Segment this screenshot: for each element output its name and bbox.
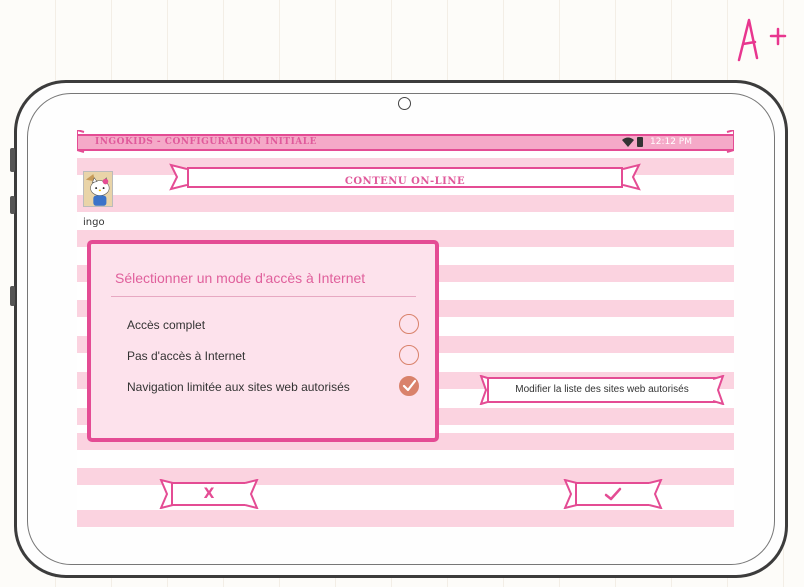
stripe bbox=[77, 510, 734, 527]
avatar[interactable] bbox=[83, 171, 113, 207]
panel-title: Sélectionner un mode d'accès à Internet bbox=[115, 270, 366, 286]
button-tail-right-icon bbox=[713, 375, 725, 405]
option-label: Accès complet bbox=[127, 318, 206, 332]
radio-full-access[interactable] bbox=[399, 314, 419, 334]
side-button bbox=[10, 286, 15, 306]
wifi-icon bbox=[622, 137, 634, 147]
modify-whitelist-button[interactable]: Modifier la liste des sites web autorisé… bbox=[487, 377, 717, 403]
internet-access-panel: Sélectionner un mode d'accès à Internet … bbox=[87, 240, 439, 442]
button-tail-right-icon bbox=[245, 479, 259, 509]
option-full-access[interactable]: Accès complet bbox=[127, 314, 419, 336]
checkmark-icon bbox=[402, 379, 416, 392]
hello-kitty-avatar-icon bbox=[84, 172, 112, 206]
option-label: Navigation limitée aux sites web autoris… bbox=[127, 380, 350, 394]
option-label: Pas d'accès à Internet bbox=[127, 349, 246, 363]
stripe bbox=[77, 195, 734, 212]
camera-icon bbox=[398, 97, 411, 110]
a-plus-handwritten-icon bbox=[737, 18, 787, 62]
app-title: INGOKIDS - CONFIGURATION INITIALE bbox=[95, 137, 317, 147]
status-bar: INGOKIDS - CONFIGURATION INITIALE 12:12 … bbox=[77, 134, 734, 151]
grade-annotation bbox=[733, 14, 793, 64]
option-limited-browsing[interactable]: Navigation limitée aux sites web autoris… bbox=[127, 376, 419, 398]
clock: 12:12 PM bbox=[650, 137, 692, 147]
tablet-screen: INGOKIDS - CONFIGURATION INITIALE 12:12 … bbox=[77, 130, 734, 528]
ribbon-tail-right-icon bbox=[623, 163, 641, 191]
confirm-button[interactable] bbox=[575, 482, 651, 506]
radio-limited-browsing[interactable] bbox=[399, 376, 419, 396]
battery-icon bbox=[637, 137, 643, 147]
user-name: ingo bbox=[83, 217, 105, 228]
option-no-internet[interactable]: Pas d'accès à Internet bbox=[127, 345, 419, 367]
page-title-ribbon: CONTENU ON-LINE bbox=[187, 167, 623, 188]
radio-no-internet[interactable] bbox=[399, 345, 419, 365]
panel-divider bbox=[111, 296, 416, 297]
volume-button bbox=[10, 148, 15, 172]
button-tail-right-icon bbox=[649, 479, 663, 509]
checkmark-icon bbox=[604, 487, 622, 501]
ribbon-tail-left-icon bbox=[169, 163, 187, 191]
power-button bbox=[10, 196, 15, 214]
banner-end-right-icon bbox=[726, 130, 734, 153]
cancel-button[interactable]: X bbox=[171, 482, 247, 506]
banner-end-left-icon bbox=[77, 130, 85, 153]
page-title: CONTENU ON-LINE bbox=[344, 176, 466, 187]
